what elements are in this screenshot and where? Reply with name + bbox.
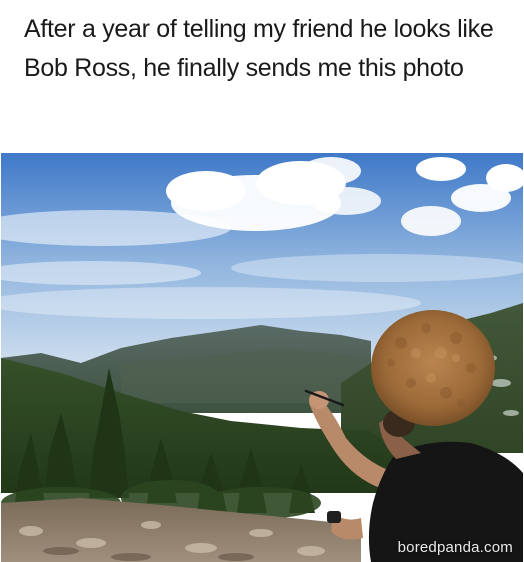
afro-hair [371,310,495,426]
meme-caption: After a year of telling my friend he loo… [24,15,494,82]
watermark-text: boredpanda.com [397,539,513,556]
photo-illustration [1,153,523,562]
wristwatch-icon [327,511,341,523]
landscape-photo: boredpanda.com [1,153,523,562]
